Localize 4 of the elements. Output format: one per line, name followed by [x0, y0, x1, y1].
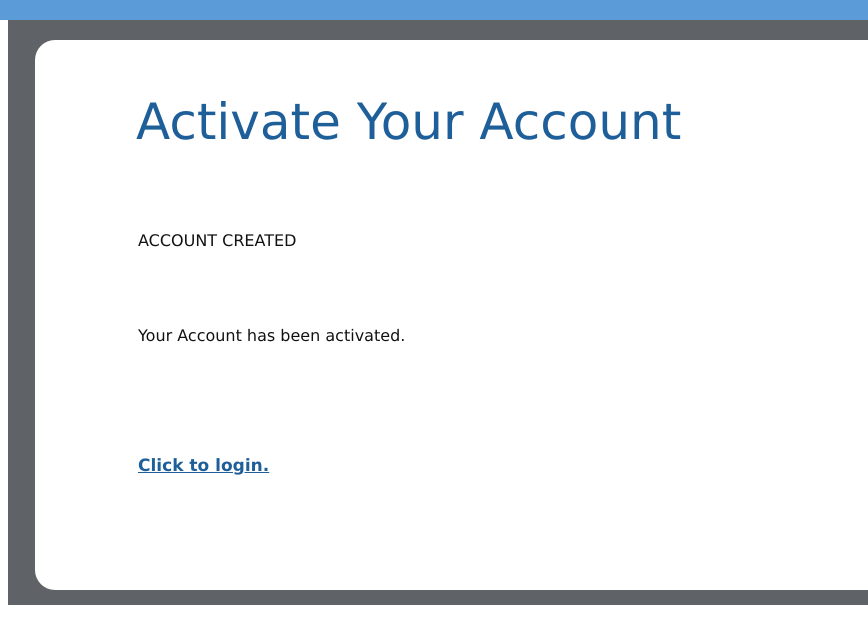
- status-text: ACCOUNT CREATED: [138, 230, 298, 252]
- page-title: Activate Your Account: [136, 92, 682, 152]
- login-link[interactable]: Click to login.: [138, 456, 270, 476]
- message-text: Your Account has been activated.: [138, 325, 406, 347]
